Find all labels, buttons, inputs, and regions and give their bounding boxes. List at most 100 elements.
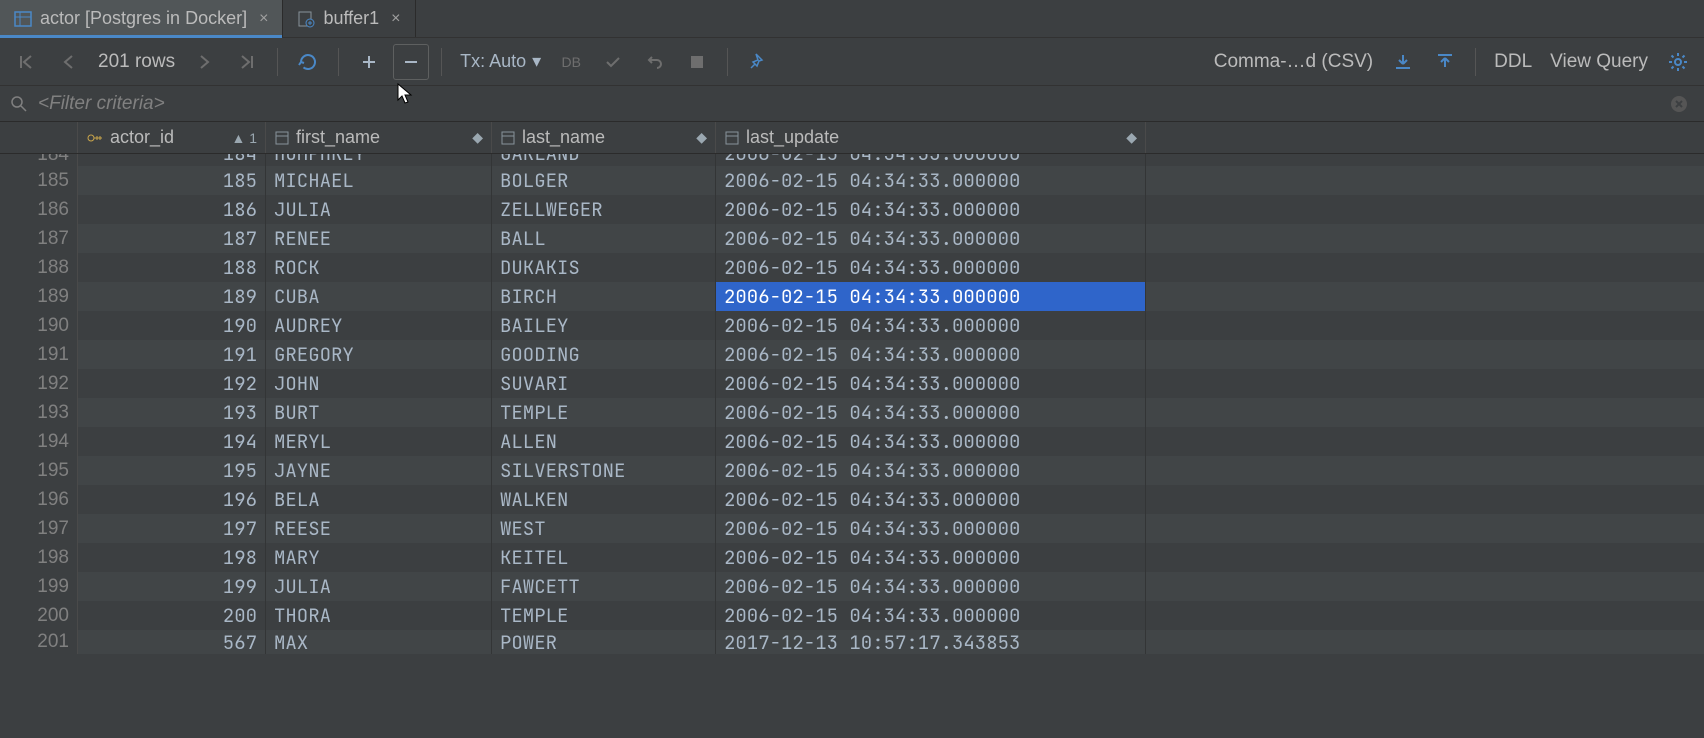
cell-actor-id[interactable]: 191 (78, 340, 266, 369)
add-row-button[interactable] (351, 44, 387, 80)
table-row[interactable]: 196196BELAWALKEN2006-02-15 04:34:33.0000… (0, 485, 1704, 514)
close-icon[interactable]: × (391, 10, 400, 28)
cell-actor-id[interactable]: 197 (78, 514, 266, 543)
settings-button[interactable] (1660, 44, 1696, 80)
table-row[interactable]: 189189CUBABIRCH2006-02-15 04:34:33.00000… (0, 282, 1704, 311)
row-number-cell[interactable]: 188 (0, 253, 78, 282)
cell-last-update[interactable]: 2006-02-15 04:34:33.000000 (716, 195, 1146, 224)
row-number-cell[interactable]: 190 (0, 311, 78, 340)
cell-last-name[interactable]: BIRCH (492, 282, 716, 311)
cell-actor-id[interactable]: 194 (78, 427, 266, 456)
pin-button[interactable] (740, 44, 776, 80)
table-row[interactable]: 188188ROCKDUKAKIS2006-02-15 04:34:33.000… (0, 253, 1704, 282)
rownum-column-header[interactable] (0, 122, 78, 153)
row-number-cell[interactable]: 189 (0, 282, 78, 311)
cell-first-name[interactable]: AUDREY (266, 311, 492, 340)
view-query-button[interactable]: View Query (1544, 51, 1654, 73)
cell-last-name[interactable]: GOODING (492, 340, 716, 369)
table-row[interactable]: 200200THORATEMPLE2006-02-15 04:34:33.000… (0, 601, 1704, 630)
cell-last-update[interactable]: 2006-02-15 04:34:33.000000 (716, 154, 1146, 166)
cell-first-name[interactable]: ROCK (266, 253, 492, 282)
cell-last-update[interactable]: 2006-02-15 04:34:33.000000 (716, 340, 1146, 369)
cell-last-update[interactable]: 2006-02-15 04:34:33.000000 (716, 572, 1146, 601)
cell-last-update[interactable]: 2006-02-15 04:34:33.000000 (716, 224, 1146, 253)
cell-last-update[interactable]: 2006-02-15 04:34:33.000000 (716, 485, 1146, 514)
cell-first-name[interactable]: GREGORY (266, 340, 492, 369)
cell-last-update[interactable]: 2006-02-15 04:34:33.000000 (716, 282, 1146, 311)
cell-last-update[interactable]: 2006-02-15 04:34:33.000000 (716, 456, 1146, 485)
cell-last-update[interactable]: 2006-02-15 04:34:33.000000 (716, 311, 1146, 340)
export-format-dropdown[interactable]: Comma-…d (CSV) (1208, 51, 1379, 73)
cell-last-name[interactable]: BOLGER (492, 166, 716, 195)
cell-actor-id[interactable]: 567 (78, 630, 266, 654)
cell-last-name[interactable]: GARLAND (492, 154, 716, 166)
table-row[interactable]: 199199JULIAFAWCETT2006-02-15 04:34:33.00… (0, 572, 1704, 601)
table-row[interactable]: 190190AUDREYBAILEY2006-02-15 04:34:33.00… (0, 311, 1704, 340)
row-number-cell[interactable]: 192 (0, 369, 78, 398)
cell-last-name[interactable]: WEST (492, 514, 716, 543)
cell-actor-id[interactable]: 198 (78, 543, 266, 572)
cell-first-name[interactable]: MAX (266, 630, 492, 654)
filter-input[interactable] (38, 93, 1654, 115)
cell-last-name[interactable]: ZELLWEGER (492, 195, 716, 224)
column-header-actor-id[interactable]: actor_id ▲ 1 (78, 122, 266, 153)
rollback-button[interactable] (637, 44, 673, 80)
row-number-cell[interactable]: 197 (0, 514, 78, 543)
table-row[interactable]: 192192JOHNSUVARI2006-02-15 04:34:33.0000… (0, 369, 1704, 398)
row-number-cell[interactable]: 198 (0, 543, 78, 572)
prev-page-button[interactable] (50, 44, 86, 80)
column-header-last-update[interactable]: last_update ◆ (716, 122, 1146, 153)
cell-first-name[interactable]: REESE (266, 514, 492, 543)
cell-last-update[interactable]: 2006-02-15 04:34:33.000000 (716, 166, 1146, 195)
row-number-cell[interactable]: 195 (0, 456, 78, 485)
table-row[interactable]: 197197REESEWEST2006-02-15 04:34:33.00000… (0, 514, 1704, 543)
cell-actor-id[interactable]: 184 (78, 154, 266, 166)
clear-filter-icon[interactable] (1664, 95, 1694, 113)
column-header-first-name[interactable]: first_name ◆ (266, 122, 492, 153)
cell-actor-id[interactable]: 188 (78, 253, 266, 282)
cell-first-name[interactable]: BELA (266, 485, 492, 514)
row-number-cell[interactable]: 191 (0, 340, 78, 369)
table-row[interactable]: 185185MICHAELBOLGER2006-02-15 04:34:33.0… (0, 166, 1704, 195)
cell-first-name[interactable]: MICHAEL (266, 166, 492, 195)
cell-actor-id[interactable]: 186 (78, 195, 266, 224)
table-row[interactable]: 186186JULIAZELLWEGER2006-02-15 04:34:33.… (0, 195, 1704, 224)
cell-last-name[interactable]: FAWCETT (492, 572, 716, 601)
row-number-cell[interactable]: 186 (0, 195, 78, 224)
table-row[interactable]: 193193BURTTEMPLE2006-02-15 04:34:33.0000… (0, 398, 1704, 427)
row-number-cell[interactable]: 199 (0, 572, 78, 601)
row-number-cell[interactable]: 194 (0, 427, 78, 456)
first-page-button[interactable] (8, 44, 44, 80)
ddl-button[interactable]: DDL (1488, 51, 1538, 73)
table-row[interactable]: 184184HUMPHREYGARLAND2006-02-15 04:34:33… (0, 154, 1704, 166)
table-row[interactable]: 191191GREGORYGOODING2006-02-15 04:34:33.… (0, 340, 1704, 369)
table-row[interactable]: 194194MERYLALLEN2006-02-15 04:34:33.0000… (0, 427, 1704, 456)
row-number-cell[interactable]: 187 (0, 224, 78, 253)
row-number-cell[interactable]: 185 (0, 166, 78, 195)
remove-row-button[interactable] (393, 44, 429, 80)
cell-last-name[interactable]: TEMPLE (492, 398, 716, 427)
grid-body[interactable]: 184184HUMPHREYGARLAND2006-02-15 04:34:33… (0, 154, 1704, 654)
tab-actor[interactable]: actor [Postgres in Docker] × (0, 0, 283, 37)
tx-mode-dropdown[interactable]: Tx: Auto ▾ (454, 44, 547, 80)
cell-last-name[interactable]: WALKEN (492, 485, 716, 514)
cell-first-name[interactable]: MARY (266, 543, 492, 572)
cell-last-name[interactable]: BAILEY (492, 311, 716, 340)
commit-button[interactable] (595, 44, 631, 80)
cell-last-update[interactable]: 2006-02-15 04:34:33.000000 (716, 253, 1146, 282)
row-number-cell[interactable]: 196 (0, 485, 78, 514)
cell-last-update[interactable]: 2006-02-15 04:34:33.000000 (716, 398, 1146, 427)
next-page-button[interactable] (187, 44, 223, 80)
cell-last-name[interactable]: KEITEL (492, 543, 716, 572)
reload-button[interactable] (290, 44, 326, 80)
export-download-button[interactable] (1385, 44, 1421, 80)
cell-last-update[interactable]: 2006-02-15 04:34:33.000000 (716, 369, 1146, 398)
row-number-cell[interactable]: 201 (0, 630, 78, 654)
table-row[interactable]: 198198MARYKEITEL2006-02-15 04:34:33.0000… (0, 543, 1704, 572)
stop-button[interactable] (679, 44, 715, 80)
cell-first-name[interactable]: CUBA (266, 282, 492, 311)
cell-last-name[interactable]: TEMPLE (492, 601, 716, 630)
tab-buffer1[interactable]: buffer1 × (283, 0, 415, 37)
cell-actor-id[interactable]: 195 (78, 456, 266, 485)
cell-last-update[interactable]: 2006-02-15 04:34:33.000000 (716, 601, 1146, 630)
